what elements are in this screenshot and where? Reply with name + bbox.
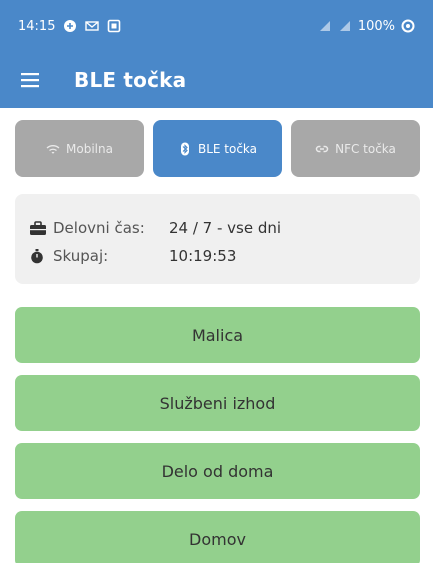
delo-od-doma-button[interactable]: Delo od doma <box>15 443 420 499</box>
nfc-link-icon <box>315 145 329 152</box>
status-time: 14:15 <box>18 18 56 34</box>
total-row: Skupaj: 10:19:53 <box>29 244 406 268</box>
mail-icon <box>85 19 100 33</box>
app-bar: 14:15 100% BLE točka <box>0 0 433 108</box>
tab-ble-tocka[interactable]: BLE točka <box>153 120 282 177</box>
action-list: Malica Službeni izhod Delo od doma Domov <box>15 307 420 563</box>
wifi-icon <box>46 144 60 154</box>
tab-nfc-tocka[interactable]: NFC točka <box>291 120 420 177</box>
work-time-value: 24 / 7 - vse dni <box>169 219 282 237</box>
mode-tabs: Mobilna BLE točka NFC točka <box>15 120 420 177</box>
toolbar: BLE točka <box>0 52 433 108</box>
page-title: BLE točka <box>74 68 187 92</box>
work-time-row: Delovni čas: 24 / 7 - vse dni <box>29 216 406 240</box>
status-bar: 14:15 100% <box>0 0 433 52</box>
stopwatch-icon <box>29 248 49 264</box>
tab-label: Mobilna <box>66 141 113 156</box>
info-card: Delovni čas: 24 / 7 - vse dni Skupaj: 10… <box>15 194 420 284</box>
battery-percentage: 100% <box>357 18 395 34</box>
battery-ring-icon <box>401 19 415 33</box>
total-value: 10:19:53 <box>169 247 237 265</box>
tab-label: BLE točka <box>197 141 258 156</box>
signal-icon <box>318 19 332 33</box>
work-time-label: Delovni čas: <box>53 219 145 237</box>
malica-button[interactable]: Malica <box>15 307 420 363</box>
signal-icon-2 <box>338 19 352 33</box>
tab-mobilna[interactable]: Mobilna <box>15 120 144 177</box>
briefcase-icon <box>29 220 49 236</box>
domov-button[interactable]: Domov <box>15 511 420 563</box>
hamburger-menu-icon[interactable] <box>0 52 60 108</box>
screenshot-icon <box>107 19 121 33</box>
bluetooth-icon <box>180 142 189 155</box>
sluzbeni-izhod-button[interactable]: Službeni izhod <box>15 375 420 431</box>
tab-label: NFC točka <box>335 141 396 156</box>
total-label: Skupaj: <box>53 247 109 265</box>
app-notification-icon <box>63 19 77 33</box>
